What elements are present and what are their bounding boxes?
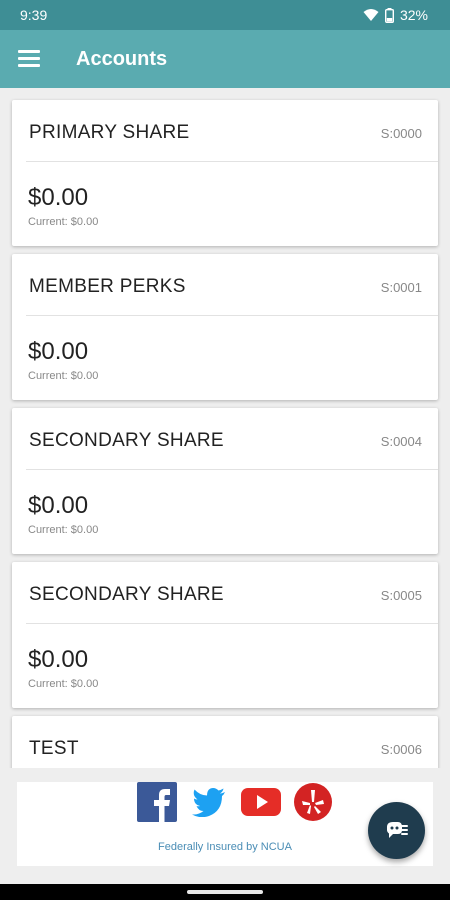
account-name: MEMBER PERKS <box>29 276 186 297</box>
account-card[interactable]: MEMBER PERKS S:0001 $0.00 Current: $0.00 <box>12 254 438 400</box>
facebook-icon[interactable] <box>137 782 177 822</box>
app-bar: Accounts <box>0 30 450 88</box>
account-name: TEST <box>29 738 79 759</box>
account-id: S:0004 <box>380 434 422 449</box>
current-balance: Current: $0.00 <box>28 678 99 690</box>
account-id: S:0006 <box>380 742 422 757</box>
wifi-icon <box>363 9 379 21</box>
page-title: Accounts <box>76 48 168 70</box>
yelp-icon[interactable] <box>293 782 333 822</box>
account-name: SECONDARY SHARE <box>29 430 224 451</box>
account-id: S:0001 <box>380 280 422 295</box>
floating-action-button[interactable] <box>368 802 425 859</box>
battery-percent: 32% <box>399 7 428 23</box>
account-balance: $0.00 <box>28 646 89 673</box>
card-divider <box>26 469 438 470</box>
home-handle[interactable] <box>187 890 263 894</box>
twitter-icon[interactable] <box>189 782 229 822</box>
account-name: SECONDARY SHARE <box>29 584 224 605</box>
account-id: S:0005 <box>380 588 422 603</box>
chat-icon <box>386 821 408 838</box>
current-balance: Current: $0.00 <box>28 524 99 536</box>
account-card[interactable]: TEST S:0006 <box>12 716 438 768</box>
status-icons: 32% <box>363 7 428 23</box>
card-divider <box>26 315 438 316</box>
youtube-icon[interactable] <box>241 782 281 822</box>
current-balance: Current: $0.00 <box>28 370 99 382</box>
account-balance: $0.00 <box>28 184 89 211</box>
account-name: PRIMARY SHARE <box>29 122 190 143</box>
account-list[interactable]: PRIMARY SHARE S:0000 $0.00 Current: $0.0… <box>0 88 450 768</box>
current-balance: Current: $0.00 <box>28 216 99 228</box>
status-bar: 9:39 32% <box>0 0 450 30</box>
system-nav-bar <box>0 884 450 900</box>
battery-icon <box>384 7 394 23</box>
card-divider <box>26 161 438 162</box>
account-card[interactable]: SECONDARY SHARE S:0004 $0.00 Current: $0… <box>12 408 438 554</box>
account-balance: $0.00 <box>28 492 89 519</box>
menu-icon[interactable] <box>18 50 40 68</box>
account-balance: $0.00 <box>28 338 89 365</box>
status-time: 9:39 <box>20 7 48 23</box>
account-id: S:0000 <box>380 126 422 141</box>
social-links <box>137 782 333 822</box>
account-card[interactable]: PRIMARY SHARE S:0000 $0.00 Current: $0.0… <box>12 100 438 246</box>
card-divider <box>26 623 438 624</box>
account-card[interactable]: SECONDARY SHARE S:0005 $0.00 Current: $0… <box>12 562 438 708</box>
